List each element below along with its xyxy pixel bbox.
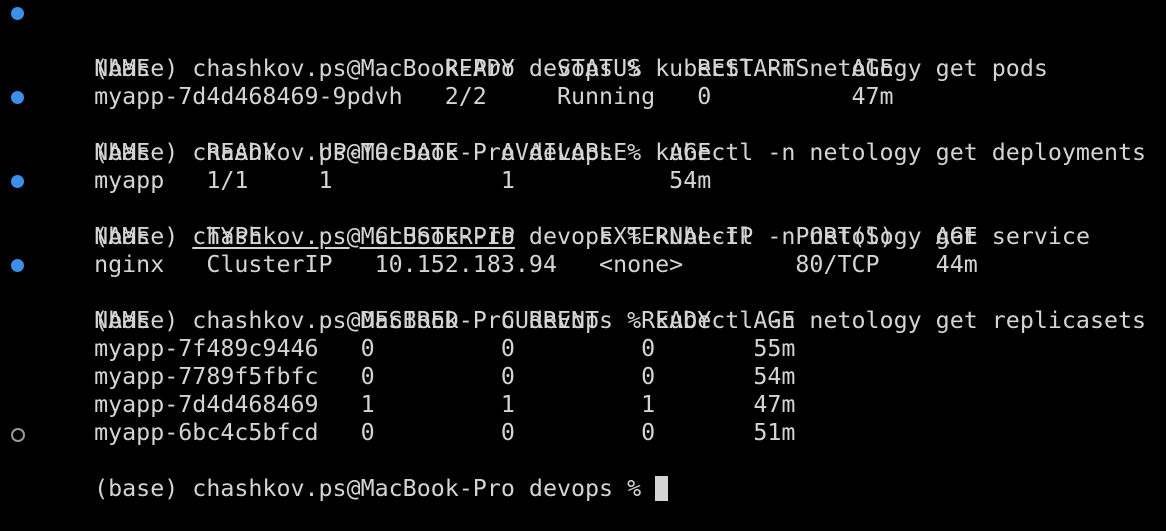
output-line: myapp-7d4d468469 1 1 1 47m [0, 363, 1166, 418]
command-pending-dot-icon [11, 428, 25, 442]
output-line: myapp-6bc4c5bfcd 0 0 0 51m [0, 391, 1166, 446]
output-line: nginx ClusterIP 10.152.183.94 <none> 80/… [0, 223, 1166, 278]
prompt-text: (base) chashkov.ps@MacBook-Pro devops % [94, 475, 656, 502]
output-line: NAME DESIRED CURRENT READY AGE [0, 279, 1166, 334]
output-line: NAME TYPE CLUSTER-IP EXTERNAL-IP PORT(S)… [0, 195, 1166, 250]
command-success-dot-icon[interactable] [11, 91, 24, 104]
output-line: myapp-7f489c9446 0 0 0 55m [0, 307, 1166, 362]
command-line-get-deployments: (base) chashkov.ps@MacBook-Pro devops % … [0, 83, 1166, 166]
terminal-window[interactable]: (base) chashkov.ps@MacBook-Pro devops % … [0, 0, 1166, 502]
command-line-get-service: (base) chashkov.ps@MacBook-Pro devops % … [0, 167, 1166, 250]
output-line: myapp 1/1 1 1 54m [0, 139, 1166, 194]
current-prompt-line[interactable]: (base) chashkov.ps@MacBook-Pro devops % [0, 419, 1166, 502]
command-success-dot-icon[interactable] [11, 7, 24, 20]
output-line: myapp-7789f5fbfc 0 0 0 54m [0, 335, 1166, 390]
command-line-get-pods: (base) chashkov.ps@MacBook-Pro devops % … [0, 0, 1166, 82]
command-success-dot-icon[interactable] [11, 259, 24, 272]
output-line: myapp-7d4d468469-9pdvh 2/2 Running 0 47m [0, 55, 1166, 110]
output-line: NAME READY UP-TO-DATE AVAILABLE AGE [0, 111, 1166, 166]
text-cursor[interactable] [655, 476, 669, 501]
command-line-get-replicasets: (base) chashkov.ps@MacBook-Pro devops % … [0, 251, 1166, 334]
output-line: NAME READY STATUS RESTARTS AGE [0, 27, 1166, 82]
command-success-dot-icon[interactable] [11, 175, 24, 188]
